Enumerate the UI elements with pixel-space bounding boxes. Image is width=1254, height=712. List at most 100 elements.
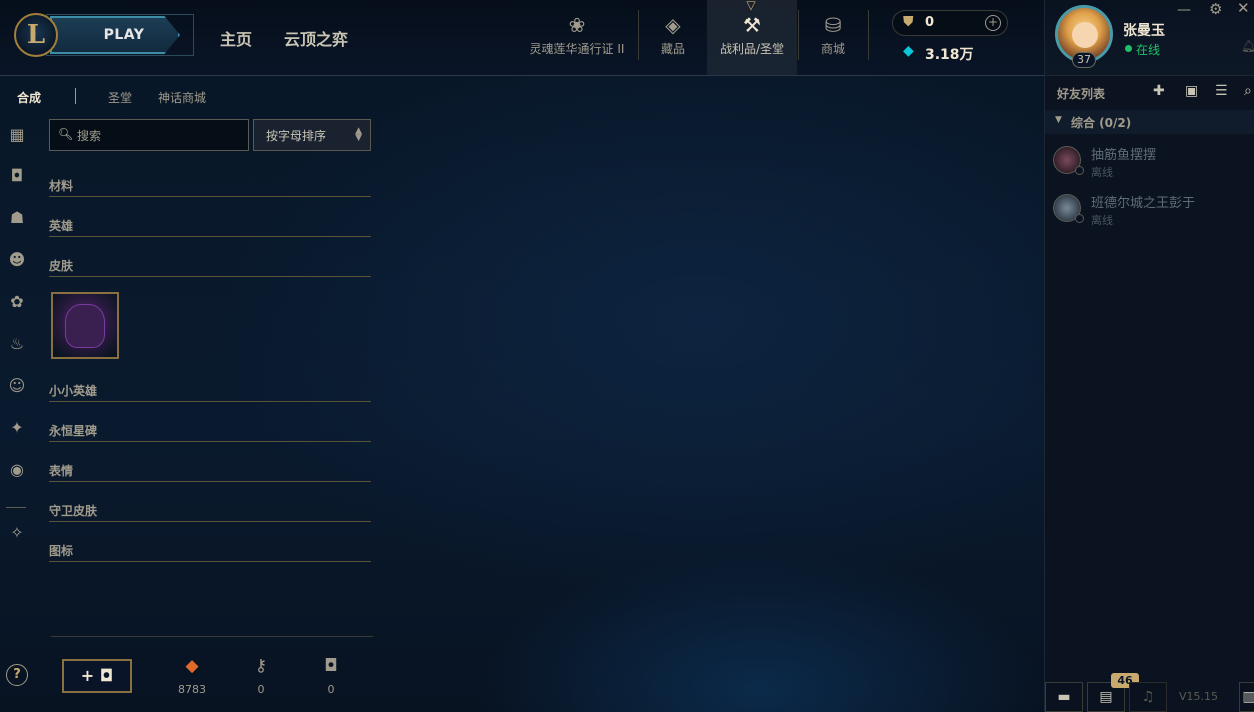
category-skins[interactable]: 皮肤 — [49, 253, 371, 277]
category-icons[interactable]: 图标 — [49, 538, 371, 562]
bell-icon[interactable]: 🔔︎ — [1241, 39, 1254, 53]
nav-loot[interactable]: ⚒ 战利品/圣堂 — [712, 0, 792, 76]
blue-essence-value: 3.18万 — [925, 47, 974, 63]
add-chest-button[interactable]: + ◘ — [62, 659, 132, 693]
offline-status-icon — [1075, 166, 1084, 175]
key-balance: ⚷ 0 — [241, 655, 281, 696]
key-icon: ⚷ — [254, 656, 268, 676]
friend-item[interactable]: 抽筋鱼摆摆 离线 — [1045, 142, 1254, 186]
category-emotes[interactable]: 表情 — [49, 458, 371, 482]
divider — [798, 10, 799, 60]
add-label: + — [80, 666, 95, 685]
add-friend-icon[interactable]: ✚ — [1153, 83, 1165, 99]
buy-rp-button[interactable]: + — [985, 15, 1001, 31]
backpack-icon: ◈ — [665, 13, 681, 37]
tab-mythic-shop[interactable]: 神话商城 — [158, 89, 206, 106]
lotus-icon: ❀ — [568, 13, 586, 37]
logo-play-group[interactable]: PLAY L — [14, 13, 194, 57]
gear-icon[interactable]: ⚙ — [1209, 0, 1222, 18]
client-version: V15.15 — [1179, 690, 1219, 703]
nav-collection[interactable]: ◈ 藏品 — [650, 0, 696, 76]
search-input[interactable]: 🔍︎ 搜索 — [49, 119, 249, 151]
updown-arrows-icon: ▲ ▼ — [355, 126, 362, 143]
chest-value: 0 — [327, 683, 335, 696]
nav-pass[interactable]: ❀ 灵魂莲华通行证 II — [525, 0, 629, 76]
skin-art-image — [65, 304, 105, 348]
nav-home[interactable]: 主页 — [220, 26, 252, 50]
profile-icon-icon[interactable]: ◉ — [6, 459, 28, 481]
nav-store[interactable]: ⛁ 商城 — [812, 0, 854, 76]
search-icon[interactable]: ⌕ — [1244, 83, 1252, 99]
help-icon[interactable]: ? — [6, 664, 28, 686]
ward-icon[interactable]: ✦ — [6, 417, 28, 439]
list-view-icon[interactable]: ☰ — [1215, 83, 1228, 99]
sanctum-icon[interactable]: ✧ — [6, 522, 28, 544]
divider — [6, 507, 26, 508]
status-text[interactable]: 在线 — [1136, 41, 1160, 58]
top-bar: PLAY L 主页 云顶之弈 ▽ ❀ 灵魂莲华通行证 II ◈ 藏品 ⚒ 战利品… — [0, 0, 1044, 76]
offline-status-icon — [1075, 214, 1084, 223]
category-materials[interactable]: 材料 — [49, 173, 371, 197]
friend-name: 班德尔城之王彭于 — [1091, 196, 1196, 211]
level-badge: 37 — [1072, 52, 1096, 68]
chest-icon: ◘ — [99, 666, 114, 685]
orange-essence-icon: ◆ — [185, 656, 199, 676]
chest-balance: ◘ 0 — [311, 655, 351, 696]
nav-collection-label: 藏品 — [660, 42, 685, 56]
rp-value: 0 — [925, 15, 935, 30]
nav-pass-label: 灵魂莲华通行证 II — [529, 42, 625, 56]
friend-group-general[interactable]: ▼ 综合 (0/2) — [1045, 110, 1254, 134]
friends-header: 好友列表 ✚ ▣ ☰ ⌕ — [1045, 80, 1254, 106]
rp-balance[interactable]: ⛊ 0 + — [892, 10, 1008, 36]
friend-status: 离线 — [1091, 214, 1113, 227]
search-icon: 🔍︎ — [58, 127, 74, 141]
grid-all-icon[interactable]: ▦ — [6, 124, 28, 146]
friend-item[interactable]: 班德尔城之王彭于 离线 — [1045, 190, 1254, 234]
close-icon[interactable]: ✕ — [1237, 0, 1250, 17]
mask-skin-icon[interactable]: ☻ — [6, 249, 28, 271]
category-label: 英雄 — [49, 219, 74, 233]
coins-icon: ⛁ — [824, 13, 842, 37]
chat-icon[interactable]: ▬ — [1045, 682, 1083, 712]
divider — [51, 636, 373, 637]
friends-title: 好友列表 — [1057, 87, 1106, 101]
league-logo-icon: L — [14, 13, 58, 57]
patch-notes-icon[interactable]: ▥ — [1239, 682, 1254, 712]
flame-eternals-icon[interactable]: ♨ — [6, 333, 28, 355]
sort-dropdown[interactable]: 按字母排序 ▲ ▼ — [253, 119, 371, 151]
chevron-down-icon: ▼ — [1055, 115, 1062, 125]
category-label: 图标 — [49, 544, 74, 558]
category-eternals[interactable]: 永恒星碑 — [49, 418, 371, 442]
category-ward-skins[interactable]: 守卫皮肤 — [49, 498, 371, 522]
loot-subtabs: 合成 圣堂 神话商城 — [0, 86, 380, 108]
skin-loot-item[interactable] — [51, 292, 119, 359]
little-legend-icon[interactable]: ✿ — [6, 291, 28, 313]
orange-essence-balance: ◆ 8783 — [172, 655, 212, 696]
nav-loot-label: 战利品/圣堂 — [719, 42, 785, 56]
online-status-icon — [1125, 45, 1132, 52]
key-value: 0 — [257, 683, 265, 696]
tab-crafting[interactable]: 合成 — [17, 89, 41, 106]
play-button[interactable]: PLAY — [50, 16, 180, 54]
avatar-face — [1072, 22, 1098, 48]
add-folder-icon[interactable]: ▣ — [1185, 83, 1198, 99]
hammer-icon: ⚒ — [743, 13, 761, 37]
emote-icon[interactable]: ☺ — [6, 375, 28, 397]
chest-icon[interactable]: ◘ — [6, 165, 28, 187]
profile-header[interactable]: 37 张曼玉 在线 — ⚙ ✕ 🔔︎ — [1045, 0, 1254, 76]
nav-tft[interactable]: 云顶之弈 — [284, 26, 348, 50]
search-placeholder: 搜索 — [77, 129, 102, 143]
category-champions[interactable]: 英雄 — [49, 213, 371, 237]
chest-icon: ◘ — [324, 656, 338, 676]
blue-essence-icon: ◆ — [903, 43, 914, 59]
divider — [75, 88, 76, 104]
microphone-icon[interactable]: ♫ — [1129, 682, 1167, 712]
summoner-name: 张曼玉 — [1123, 23, 1165, 39]
play-label: PLAY — [103, 27, 145, 43]
category-label: 材料 — [49, 179, 74, 193]
tab-sanctum[interactable]: 圣堂 — [108, 89, 132, 106]
helmet-champion-icon[interactable]: ☗ — [6, 207, 28, 229]
minimize-icon[interactable]: — — [1177, 2, 1191, 18]
category-little-legends[interactable]: 小小英雄 — [49, 378, 371, 402]
rp-icon: ⛊ — [903, 14, 914, 30]
